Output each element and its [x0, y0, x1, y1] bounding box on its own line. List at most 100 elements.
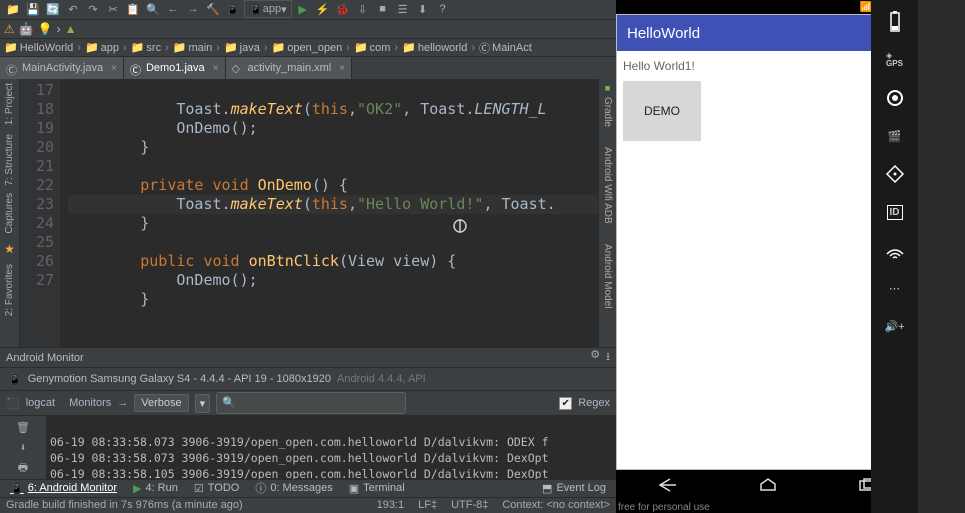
clear-icon[interactable]: 🗑 — [15, 420, 31, 436]
logcat-toolbar: ⬛ logcat Monitors → Verbose ▾ 🔍 ✔ Regex — [0, 390, 616, 415]
cut-icon[interactable]: ✂ — [104, 0, 122, 18]
crumb-pkg3[interactable]: 📁 helloworld› — [402, 41, 477, 54]
project-structure-icon[interactable]: ☰ — [394, 0, 412, 18]
android-icon[interactable]: ▲ — [65, 22, 77, 36]
file-encoding[interactable]: UTF-8‡ — [451, 499, 488, 511]
help-icon[interactable]: ? — [434, 0, 452, 18]
crumb-pkg1[interactable]: 📁 open_open› — [272, 41, 352, 54]
crumb-main[interactable]: 📁 main› — [173, 41, 222, 54]
tool-captures[interactable]: Captures — [4, 193, 15, 234]
tool-favorites[interactable]: 2: Favorites — [4, 264, 15, 316]
debug-icon[interactable]: 🐞 — [334, 0, 352, 18]
run-config-select[interactable]: 📱 app ▾ — [244, 0, 292, 18]
sdk-icon[interactable]: ⬇ — [414, 0, 432, 18]
tab-demo1[interactable]: ⒸDemo1.java× — [124, 57, 226, 79]
tool-wifiadb[interactable]: Android Wifi ADB — [602, 147, 613, 224]
copy-icon[interactable]: 📋 — [124, 0, 142, 18]
log-lines[interactable]: 06-19 08:33:58.073 3906-3919/open_open.c… — [46, 416, 616, 479]
code-kw: public void — [140, 252, 239, 270]
tool-structure[interactable]: 7: Structure — [4, 134, 15, 186]
log-line: 06-19 08:33:58.073 3906-3919/open_open.c… — [50, 451, 549, 465]
gear-icon[interactable]: ⚙ — [590, 348, 600, 367]
log-search-input[interactable]: 🔍 — [216, 392, 406, 414]
more-side-icon[interactable]: ⋯ — [881, 274, 909, 302]
tab-label: Terminal — [363, 482, 405, 494]
tab-terminal[interactable]: ▣ Terminal — [345, 482, 409, 495]
close-icon[interactable]: × — [111, 63, 117, 74]
print-icon[interactable]: 🖶 — [15, 460, 31, 476]
stop-icon[interactable]: ■ — [374, 0, 392, 18]
back-icon[interactable]: ← — [164, 0, 182, 18]
logcat-icons: 🗑 ⬇ 🖶 ↻ — [0, 416, 46, 479]
tab-eventlog[interactable]: ⬒ Event Log — [538, 482, 610, 495]
crumb-file[interactable]: Ⓒ MainAct — [479, 40, 532, 56]
save-icon[interactable]: 💾 — [24, 0, 42, 18]
context-label[interactable]: Context: <no context> — [502, 499, 610, 511]
tool-androidmodel[interactable]: Android Model — [602, 244, 613, 308]
build-icon[interactable]: 🔨 — [204, 0, 222, 18]
tab-label: 4: Run — [145, 482, 177, 494]
crumb-pkg2[interactable]: 📁 com› — [354, 41, 400, 54]
bulb-icon[interactable]: 💡 — [38, 22, 53, 36]
regex-checkbox[interactable]: ✔ — [559, 397, 572, 410]
crumb-java[interactable]: 📁 java› — [224, 41, 270, 54]
fwd-icon[interactable]: → — [184, 0, 202, 18]
code-editor[interactable]: 1718192021222324252627 Toast.makeText(th… — [20, 79, 598, 347]
download-icon[interactable]: ⭳ — [606, 348, 610, 367]
close-icon[interactable]: × — [339, 63, 345, 74]
log-line: 06-19 08:33:58.073 3906-3919/open_open.c… — [50, 435, 549, 449]
tab-messages[interactable]: ⓘ 0: Messages — [251, 480, 336, 496]
attach-icon[interactable]: ⇩ — [354, 0, 372, 18]
bottom-tool-tabs: 📱 6: Android Monitor ▶ 4: Run ☑ TODO ⓘ 0… — [0, 479, 616, 497]
tab-run[interactable]: ▶ 4: Run — [129, 482, 182, 495]
monitors-tab[interactable]: Monitors — [69, 397, 111, 409]
crumb-src[interactable]: 📁 src› — [131, 41, 171, 54]
network-side-icon[interactable] — [881, 236, 909, 264]
tool-gradle[interactable]: Gradle — [602, 97, 613, 127]
tab-layout[interactable]: ◇activity_main.xml× — [226, 57, 353, 79]
device-label[interactable]: Genymotion Samsung Galaxy S4 - 4.4.4 - A… — [28, 373, 331, 385]
breadcrumb: 📁 HelloWorld› 📁 app› 📁 src› 📁 main› 📁 ja… — [0, 39, 616, 57]
crumb-app[interactable]: 📁 app› — [85, 41, 129, 54]
capture-side-icon[interactable]: 🎬 — [881, 122, 909, 150]
tool-project[interactable]: 1: Project — [4, 83, 15, 125]
sync-icon[interactable]: 🔄 — [44, 0, 62, 18]
rotate-side-icon[interactable] — [881, 160, 909, 188]
undo-icon[interactable]: ↶ — [64, 0, 82, 18]
tab-android-monitor[interactable]: 📱 6: Android Monitor — [6, 482, 121, 495]
id-side-icon[interactable]: ID — [881, 198, 909, 226]
chevron-icon[interactable]: › — [57, 22, 61, 36]
run-icon[interactable]: ▶ — [294, 0, 312, 18]
close-icon[interactable]: × — [213, 63, 219, 74]
avd-icon[interactable]: 📱 — [224, 0, 242, 18]
warning-icon[interactable]: ⚠ — [4, 22, 15, 36]
robot-icon[interactable]: 🤖 — [19, 22, 34, 36]
redo-icon[interactable]: ↷ — [84, 0, 102, 18]
crumb-project[interactable]: 📁 HelloWorld› — [4, 41, 83, 54]
code-text: OnDemo(); — [68, 119, 258, 137]
code-content[interactable]: Toast.makeText(this,"OK2", Toast.LENGTH_… — [60, 79, 598, 347]
home-button[interactable] — [759, 478, 777, 492]
device-meta: Android 4.4.4, API — [337, 373, 426, 385]
back-button[interactable] — [656, 478, 678, 492]
caret-position[interactable]: 193:1 — [377, 499, 405, 511]
volume-side-icon[interactable]: 🔊+ — [881, 312, 909, 340]
log-level-select[interactable]: Verbose — [134, 394, 188, 412]
camera-side-icon[interactable] — [881, 84, 909, 112]
battery-side-icon[interactable] — [881, 8, 909, 36]
tab-todo[interactable]: ☑ TODO — [190, 482, 243, 495]
line-separator[interactable]: LF‡ — [418, 499, 437, 511]
scroll-end-icon[interactable]: ⬇ — [15, 440, 31, 456]
crumb-label: helloworld — [418, 42, 468, 54]
apply-changes-icon[interactable]: ⚡ — [314, 0, 332, 18]
open-icon[interactable]: 📁 — [4, 0, 22, 18]
gps-side-icon[interactable]: ◈GPS — [881, 46, 909, 74]
code-text: Toast. — [68, 100, 231, 118]
logcat-tab[interactable]: logcat — [26, 397, 55, 409]
log-level-dropdown[interactable]: ▾ — [195, 394, 211, 413]
tab-mainactivity[interactable]: ⒸMainActivity.java× — [0, 57, 124, 79]
find-icon[interactable]: 🔍 — [144, 0, 162, 18]
demo-button[interactable]: DEMO — [623, 81, 701, 141]
monitor-header[interactable]: Android Monitor ⚙ ⭳ — [0, 347, 616, 367]
file-tabs: ⒸMainActivity.java× ⒸDemo1.java× ◇activi… — [0, 57, 616, 79]
